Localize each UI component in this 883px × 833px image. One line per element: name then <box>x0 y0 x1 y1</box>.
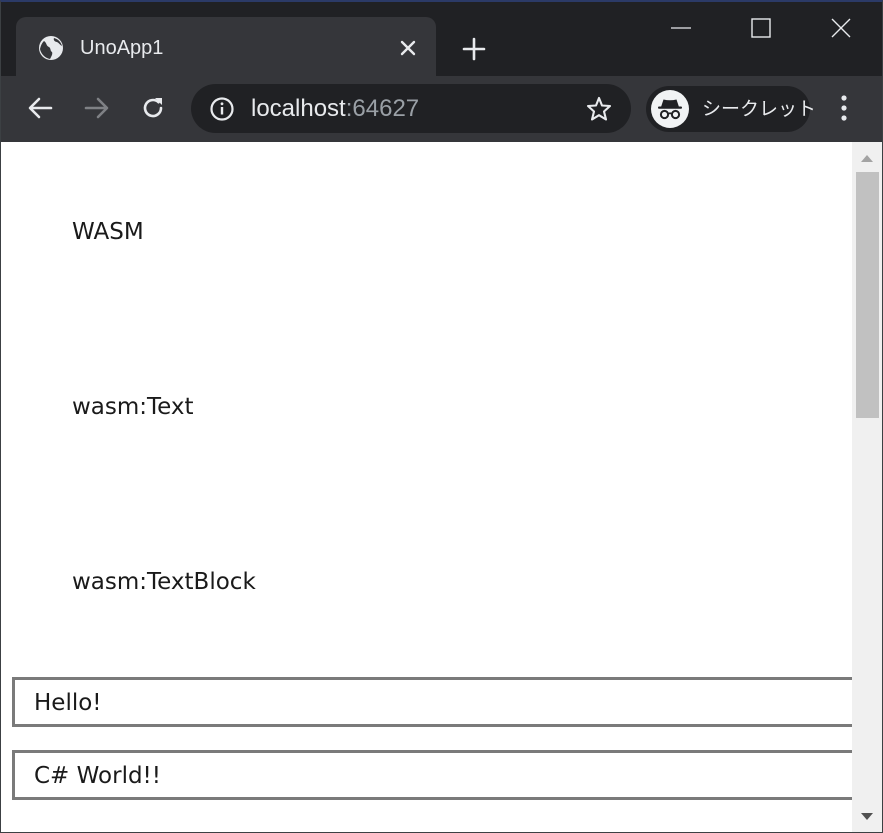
kebab-menu-icon[interactable] <box>827 91 861 125</box>
textbox-csharp-world[interactable]: C# World!! <box>12 750 852 800</box>
incognito-icon <box>651 90 689 128</box>
browser-window: UnoApp1 localhost:64627 シークレット WASM wasm… <box>0 0 883 833</box>
browser-toolbar: localhost:64627 シークレット <box>1 76 882 142</box>
text-wasm: WASM <box>72 219 144 245</box>
back-arrow-icon[interactable] <box>23 91 57 125</box>
forward-arrow-icon[interactable] <box>80 91 114 125</box>
tab-close-icon[interactable] <box>394 34 422 62</box>
text-wasm-text: wasm:Text <box>72 394 194 420</box>
textbox-hello[interactable]: Hello! <box>12 677 852 727</box>
text-wasm-textblock: wasm:TextBlock <box>72 569 256 595</box>
tab-unoapp1[interactable]: UnoApp1 <box>16 17 436 76</box>
scroll-down-arrow-icon[interactable] <box>852 805 882 829</box>
globe-icon <box>38 35 64 61</box>
url-host: localhost <box>251 95 346 122</box>
scroll-thumb[interactable] <box>856 172 879 418</box>
bookmark-star-icon[interactable] <box>585 95 613 123</box>
scroll-up-arrow-icon[interactable] <box>852 146 882 170</box>
profile-label: シークレット <box>702 98 817 120</box>
tab-strip: UnoApp1 <box>1 2 882 76</box>
reload-icon[interactable] <box>136 91 170 125</box>
vertical-scrollbar[interactable] <box>852 142 882 832</box>
minimize-icon[interactable] <box>661 10 701 46</box>
site-info-icon[interactable] <box>209 96 235 122</box>
incognito-profile-button[interactable]: シークレット <box>646 86 816 132</box>
page-content: WASM wasm:Text wasm:TextBlock Hello! C# … <box>1 142 852 832</box>
tab-title: UnoApp1 <box>80 37 164 59</box>
new-tab-plus-icon[interactable] <box>456 31 492 67</box>
maximize-icon[interactable] <box>741 10 781 46</box>
close-window-icon[interactable] <box>821 10 861 46</box>
url-port: :64627 <box>345 95 420 122</box>
address-bar[interactable]: localhost:64627 <box>191 84 631 133</box>
url-text: localhost:64627 <box>251 95 419 123</box>
